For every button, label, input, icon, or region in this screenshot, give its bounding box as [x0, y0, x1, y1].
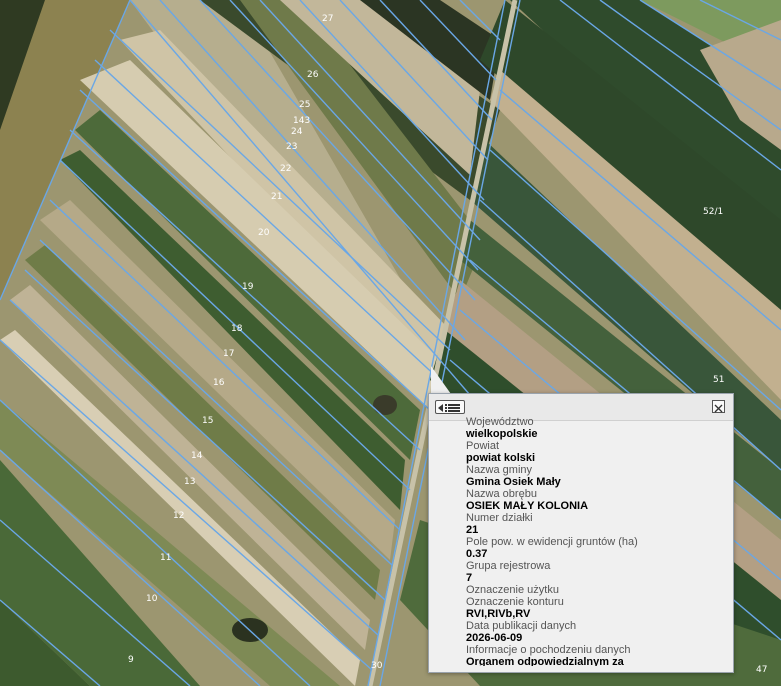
- parcel-label-16: 16: [213, 378, 225, 388]
- parcel-label-23: 23: [286, 142, 297, 152]
- field-label-numer-dzialki: Numer działki: [466, 512, 533, 524]
- field-label-pole-pow: Pole pow. w ewidencji gruntów (ha): [466, 536, 638, 548]
- parcel-label-14: 14: [191, 451, 203, 461]
- parcel-label-143: 143: [293, 116, 310, 126]
- field-label-gmina: Nazwa gminy: [466, 464, 533, 476]
- field-value-data-publikacji: 2026-06-09: [466, 632, 523, 644]
- field-label-informacje: Informacje o pochodzeniu danych: [466, 644, 631, 656]
- parcel-label-20: 20: [258, 228, 270, 238]
- field-value-pole-pow: 0.37: [466, 548, 488, 560]
- parcel-label-15: 15: [202, 416, 213, 426]
- parcel-label-25: 25: [299, 100, 310, 110]
- list-icon[interactable]: [435, 400, 465, 414]
- field-label-powiat: Powiat: [466, 440, 500, 452]
- parcel-info-popup: Województwo wielkopolskie Powiat powiat …: [428, 393, 734, 673]
- field-value-oznaczenie-konturu: RVI,RIVb,RV: [466, 608, 531, 620]
- parcel-label-11: 11: [160, 553, 171, 563]
- field-label-obreb: Nazwa obrębu: [466, 488, 537, 500]
- field-label-oznaczenie-konturu: Oznaczenie konturu: [466, 596, 564, 608]
- field-label-data-publikacji: Data publikacji danych: [466, 620, 577, 632]
- field-label-oznaczenie-uzytku: Oznaczenie użytku: [466, 584, 559, 596]
- parcel-label-21: 21: [271, 192, 282, 202]
- parcel-label-13: 13: [184, 477, 195, 487]
- popup-pointer: [431, 366, 451, 394]
- parcel-label-9: 9: [128, 655, 134, 665]
- parcel-label-12: 12: [173, 511, 184, 521]
- parcel-label-24: 24: [291, 127, 303, 137]
- field-label-wojewodztwo: Województwo: [466, 416, 534, 428]
- field-value-wojewodztwo: wielkopolskie: [466, 428, 538, 440]
- parcel-label-27: 27: [322, 14, 333, 24]
- field-value-gmina: Gmina Osiek Mały: [466, 476, 561, 488]
- popup-body[interactable]: Województwo wielkopolskie Powiat powiat …: [466, 416, 725, 666]
- field-label-grupa-rejestrowa: Grupa rejestrowa: [466, 560, 551, 572]
- parcel-label-10: 10: [146, 594, 158, 604]
- close-icon[interactable]: [712, 400, 725, 413]
- field-value-powiat: powiat kolski: [466, 452, 536, 464]
- parcel-label-51: 51: [713, 375, 724, 385]
- field-value-obreb: OSIEK MAŁY KOLONIA: [466, 500, 589, 512]
- field-value-informacje: Organem odpowiedzialnym za: [466, 656, 624, 666]
- parcel-label-30: 30: [371, 661, 383, 671]
- parcel-label-52-1: 52/1: [703, 207, 723, 217]
- parcel-label-47: 47: [756, 665, 767, 675]
- field-value-grupa-rejestrowa: 7: [466, 572, 473, 584]
- parcel-label-22: 22: [280, 164, 291, 174]
- parcel-label-19: 19: [242, 282, 254, 292]
- parcel-label-17: 17: [223, 349, 234, 359]
- parcel-label-18: 18: [231, 324, 243, 334]
- parcel-label-26: 26: [307, 70, 319, 80]
- field-value-numer-dzialki: 21: [466, 524, 479, 536]
